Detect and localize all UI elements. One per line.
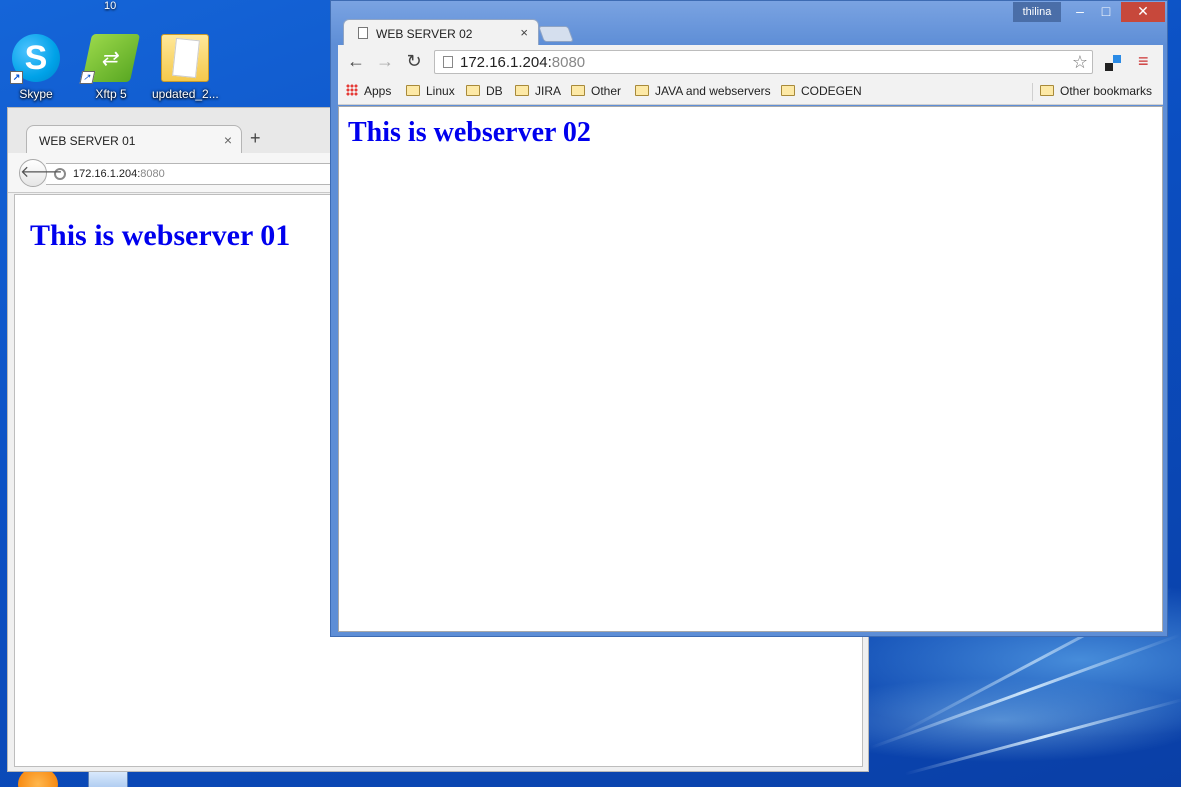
- close-window-button[interactable]: ✕: [1121, 2, 1165, 22]
- folder-icon: [635, 85, 649, 96]
- tab-title: WEB SERVER 02: [376, 27, 473, 41]
- shortcut-arrow-icon: ↗: [79, 71, 96, 84]
- folder-icon: [1040, 85, 1054, 96]
- toolbar: ← → ↻ 172.16.1.204:8080 ☆ ≡: [338, 45, 1163, 79]
- extension-icon[interactable]: [1105, 55, 1121, 71]
- shortcut-arrow-icon: ↗: [10, 71, 23, 84]
- desktop-icon-label: updated_2...: [152, 87, 219, 101]
- close-tab-icon[interactable]: ×: [520, 25, 528, 40]
- browser-window-webserver-02[interactable]: thilina ‒ □ ✕ WEB SERVER 02 × ← → ↻ 172.…: [330, 0, 1168, 637]
- folder-icon: [515, 85, 529, 96]
- bookmark-folder-java[interactable]: JAVA and webservers: [635, 84, 771, 98]
- wallpaper-streak: [869, 633, 1181, 750]
- bookmarks-separator: [1032, 83, 1033, 101]
- profile-button[interactable]: thilina: [1013, 2, 1061, 22]
- tab-web-server-02[interactable]: WEB SERVER 02 ×: [343, 19, 539, 46]
- bookmark-folder-other[interactable]: Other: [571, 84, 621, 98]
- tab-title: WEB SERVER 01: [39, 134, 136, 148]
- xftp-icon: ⇄ ↗: [79, 34, 141, 84]
- maximize-button[interactable]: □: [1095, 2, 1117, 22]
- back-button[interactable]: 🡐: [19, 159, 63, 187]
- new-tab-button[interactable]: +: [250, 128, 261, 149]
- bookmark-folder-linux[interactable]: Linux: [406, 84, 455, 98]
- page-icon: [358, 27, 368, 39]
- apps-icon: [346, 84, 358, 96]
- desktop-icon-label: Skype: [19, 87, 53, 101]
- forward-arrow-icon[interactable]: →: [374, 51, 396, 72]
- new-tab-button[interactable]: [538, 26, 574, 42]
- page-heading: This is webserver 02: [348, 117, 591, 148]
- address-text: 172.16.1.204:8080: [460, 54, 586, 71]
- bookmark-folder-db[interactable]: DB: [466, 84, 503, 98]
- page-icon: [443, 56, 453, 68]
- folder-icon: [781, 85, 795, 96]
- tab-web-server-01[interactable]: WEB SERVER 01 ×: [26, 125, 242, 155]
- reload-icon[interactable]: ↻: [403, 51, 425, 72]
- folder-icon: [466, 85, 480, 96]
- page-heading: This is webserver 01: [30, 219, 291, 252]
- page-content: This is webserver 02: [338, 106, 1163, 632]
- folder-icon: [571, 85, 585, 96]
- folder-icon: [161, 34, 209, 82]
- bookmarks-bar: Apps Linux DB JIRA Other JAVA and webser…: [338, 79, 1163, 105]
- minimize-button[interactable]: ‒: [1069, 2, 1091, 22]
- desktop-icon-label: Xftp 5: [95, 87, 127, 101]
- desktop-icon-xftp[interactable]: ⇄ ↗ Xftp 5: [78, 34, 144, 101]
- folder-icon: [406, 85, 420, 96]
- title-bar[interactable]: thilina ‒ □ ✕ WEB SERVER 02 ×: [331, 1, 1167, 46]
- omnibox[interactable]: 172.16.1.204:8080 ☆: [434, 50, 1093, 74]
- bookmark-star-icon[interactable]: ☆: [1072, 52, 1088, 73]
- address-text: 172.16.1.204:8080: [73, 168, 165, 180]
- menu-icon[interactable]: ≡: [1138, 51, 1149, 72]
- back-arrow-icon: 🡐: [20, 164, 63, 181]
- skype-icon: S ↗: [10, 34, 60, 84]
- desktop-label: 10: [104, 0, 117, 12]
- bookmark-folder-codegen[interactable]: CODEGEN: [781, 84, 862, 98]
- desktop-icon-folder[interactable]: updated_2...: [152, 34, 219, 101]
- close-tab-icon[interactable]: ×: [224, 132, 232, 148]
- desktop-icon-skype[interactable]: S ↗ Skype: [3, 34, 69, 101]
- back-arrow-icon[interactable]: ←: [345, 51, 367, 72]
- bookmark-folder-jira[interactable]: JIRA: [515, 84, 561, 98]
- bookmark-apps[interactable]: Apps: [346, 84, 391, 98]
- bookmark-folder-other-bookmarks[interactable]: Other bookmarks: [1040, 84, 1152, 98]
